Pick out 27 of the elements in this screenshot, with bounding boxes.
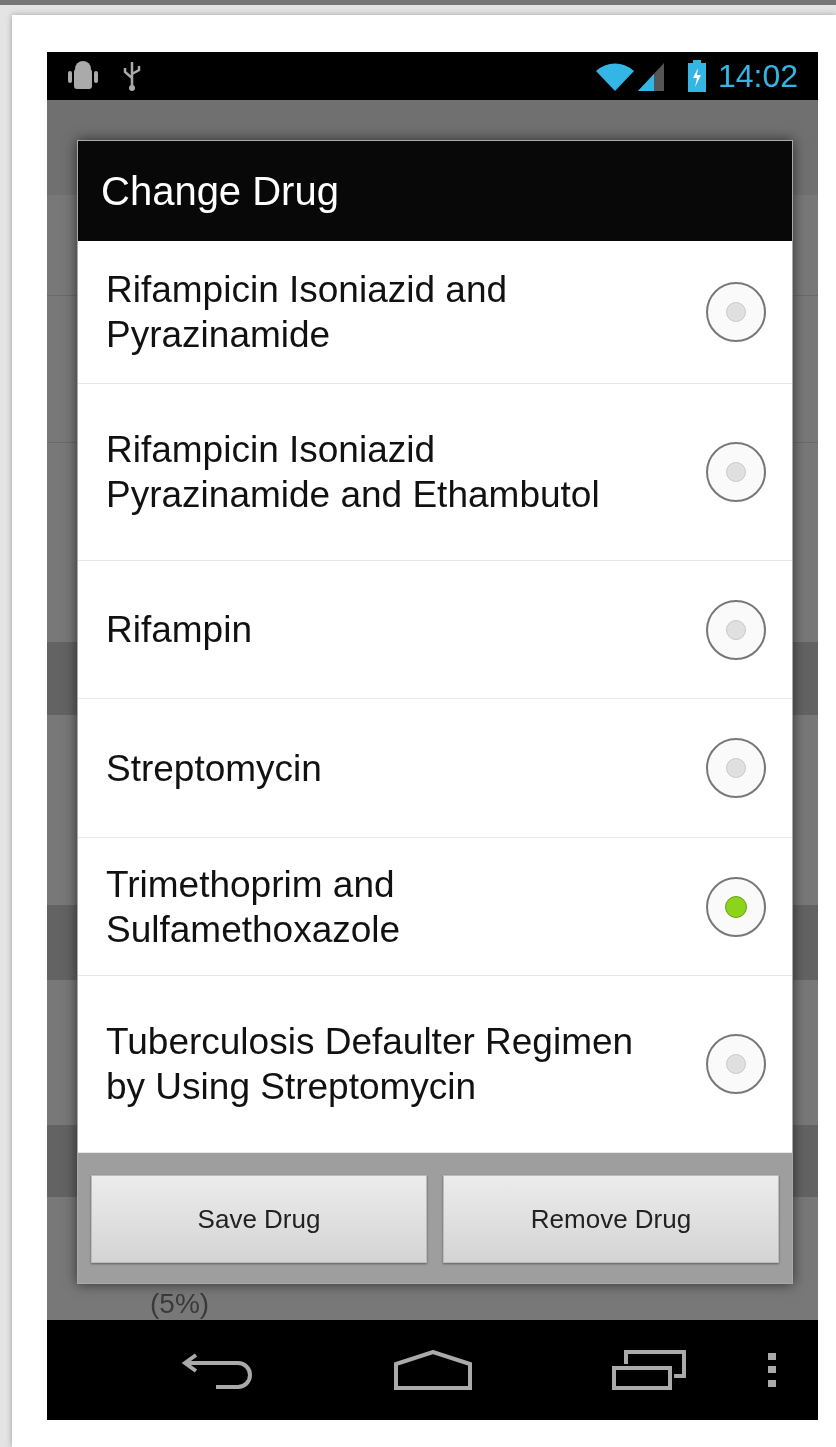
dialog-button[interactable]: Save Drug — [91, 1175, 427, 1263]
usb-icon — [121, 60, 143, 92]
radio-button[interactable] — [706, 738, 766, 798]
option-label: Rifampicin Isoniazid Pyrazinamide and Ethambutol — [106, 428, 601, 517]
back-icon[interactable] — [182, 1351, 254, 1389]
overflow-menu-icon[interactable] — [768, 1353, 776, 1387]
battery-icon — [687, 60, 706, 92]
signal-icon — [635, 61, 666, 91]
option-label: Trimethoprim and Sulfamethoxazole — [106, 862, 402, 952]
dialog-title: Change Drug — [101, 168, 339, 215]
drug-option[interactable]: Trimethoprim and Sulfamethoxazole — [78, 838, 792, 976]
drug-option[interactable]: Streptomycin — [78, 699, 792, 838]
background-text: (5%) — [150, 1288, 210, 1320]
drug-option[interactable]: Rifampin — [78, 561, 792, 699]
option-label: Streptomycin — [106, 746, 323, 791]
home-icon[interactable] — [394, 1350, 472, 1390]
recent-apps-icon[interactable] — [612, 1350, 686, 1390]
dialog-button[interactable]: Remove Drug — [443, 1175, 779, 1263]
option-label: Tuberculosis Defaulter Regimen by Using Streptomycin — [106, 1020, 635, 1109]
clock-time: 14:02 — [717, 57, 798, 96]
option-label: Rifampin — [106, 608, 253, 652]
drug-option[interactable]: Rifampicin Isoniazid and Pyrazinamide — [78, 241, 792, 384]
option-label: Rifampicin Isoniazid and Pyrazinamide — [106, 268, 509, 357]
radio-button[interactable] — [706, 1034, 766, 1094]
drug-option[interactable]: Rifampicin Isoniazid Pyrazinamide and Ethambutol — [78, 384, 792, 561]
radio-button[interactable] — [706, 282, 766, 342]
radio-button[interactable] — [706, 442, 766, 502]
